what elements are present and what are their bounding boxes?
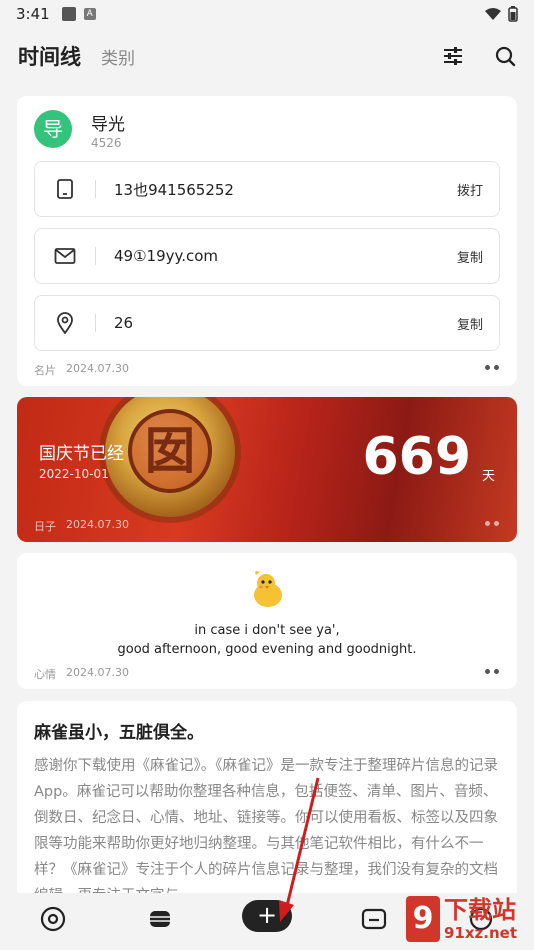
target-icon [40,906,66,932]
mood-line-2: good afternoon, good evening and goodnig… [117,642,417,657]
card-type: 心情 [34,668,56,681]
layers-icon [150,911,170,927]
anniversary-count: 669 [362,427,471,487]
notification-icon [61,7,76,21]
nav-board[interactable] [147,906,173,932]
status-bar: 3:41 A [0,0,534,28]
wifi-icon [485,8,501,20]
search-icon[interactable] [494,45,516,67]
card-date: 2024.07.30 [66,666,129,679]
phone-field: 13也941565252 拨打 [34,161,500,217]
phone-value: 13也941565252 [114,180,234,199]
mood-text: in case i don't see ya', good afternoon,… [17,621,517,659]
contact-card[interactable]: 导 导光 4526 13也941565252 拨打 49①19yy.com 复制… [17,96,517,386]
add-button[interactable]: + [242,900,292,932]
battery-icon [508,6,518,22]
phone-icon [57,179,73,199]
card-date: 2024.07.30 [66,362,129,375]
email-value: 49①19yy.com [114,247,219,265]
more-icon[interactable] [485,365,499,370]
tab-timeline[interactable]: 时间线 [18,41,81,71]
article-body: 感谢你下载使用《麻雀记》。《麻雀记》是一款专注于整理碎片信息的记录App。麻雀记… [34,758,498,904]
watermark-text: 下载站 [444,896,516,924]
contact-meta: 名片 2024.07.30 [34,362,129,378]
copy-address-button[interactable]: 复制 [457,314,483,333]
article-title: 麻雀虽小，五脏俱全。 [34,723,204,743]
email-field: 49①19yy.com 复制 [34,228,500,284]
contact-name: 导光 [91,115,125,135]
nav-home[interactable] [40,906,66,932]
contact-number: 4526 [91,136,122,150]
anniversary-meta: 日子 2024.07.30 [34,518,129,534]
anniversary-title: 国庆节已经 [39,444,124,464]
chick-icon [254,571,282,607]
address-field: 26 复制 [34,295,500,351]
watermark-logo: 9 [406,896,440,942]
mail-icon [54,248,76,264]
watermark: 9 下载站 91xz.net [406,888,534,950]
nav-inbox[interactable] [361,906,387,932]
card-type: 日子 [34,520,56,533]
card-type: 名片 [34,364,56,377]
tab-category[interactable]: 类别 [101,44,135,69]
a-badge-icon: A [83,8,96,20]
anniversary-unit: 天 [481,469,495,484]
watermark-url: 91xz.net [444,924,518,942]
more-icon[interactable] [485,521,499,526]
card-date: 2024.07.30 [66,518,129,531]
anniversary-date: 2022-10-01 [39,467,109,481]
avatar: 导 [34,110,72,148]
copy-email-button[interactable]: 复制 [457,247,483,266]
more-icon[interactable] [485,669,499,674]
seal-image: 囡 [105,397,235,517]
location-icon [57,312,73,334]
anniversary-card[interactable]: 囡 国庆节已经 2022-10-01 669 天 日子 2024.07.30 [17,397,517,542]
status-time: 3:41 [16,5,50,23]
mood-meta: 心情 2024.07.30 [34,666,129,682]
mood-card[interactable]: in case i don't see ya', good afternoon,… [17,553,517,689]
filter-icon[interactable] [442,45,464,67]
seal-character: 囡 [128,409,212,493]
call-button[interactable]: 拨打 [457,180,483,199]
app-header: 时间线 类别 [0,36,534,76]
address-value: 26 [114,314,134,332]
box-icon [361,908,387,930]
mood-line-1: in case i don't see ya', [194,623,340,638]
article-card[interactable]: 麻雀虽小，五脏俱全。 感谢你下载使用《麻雀记》。《麻雀记》是一款专注于整理碎片信… [17,701,517,911]
